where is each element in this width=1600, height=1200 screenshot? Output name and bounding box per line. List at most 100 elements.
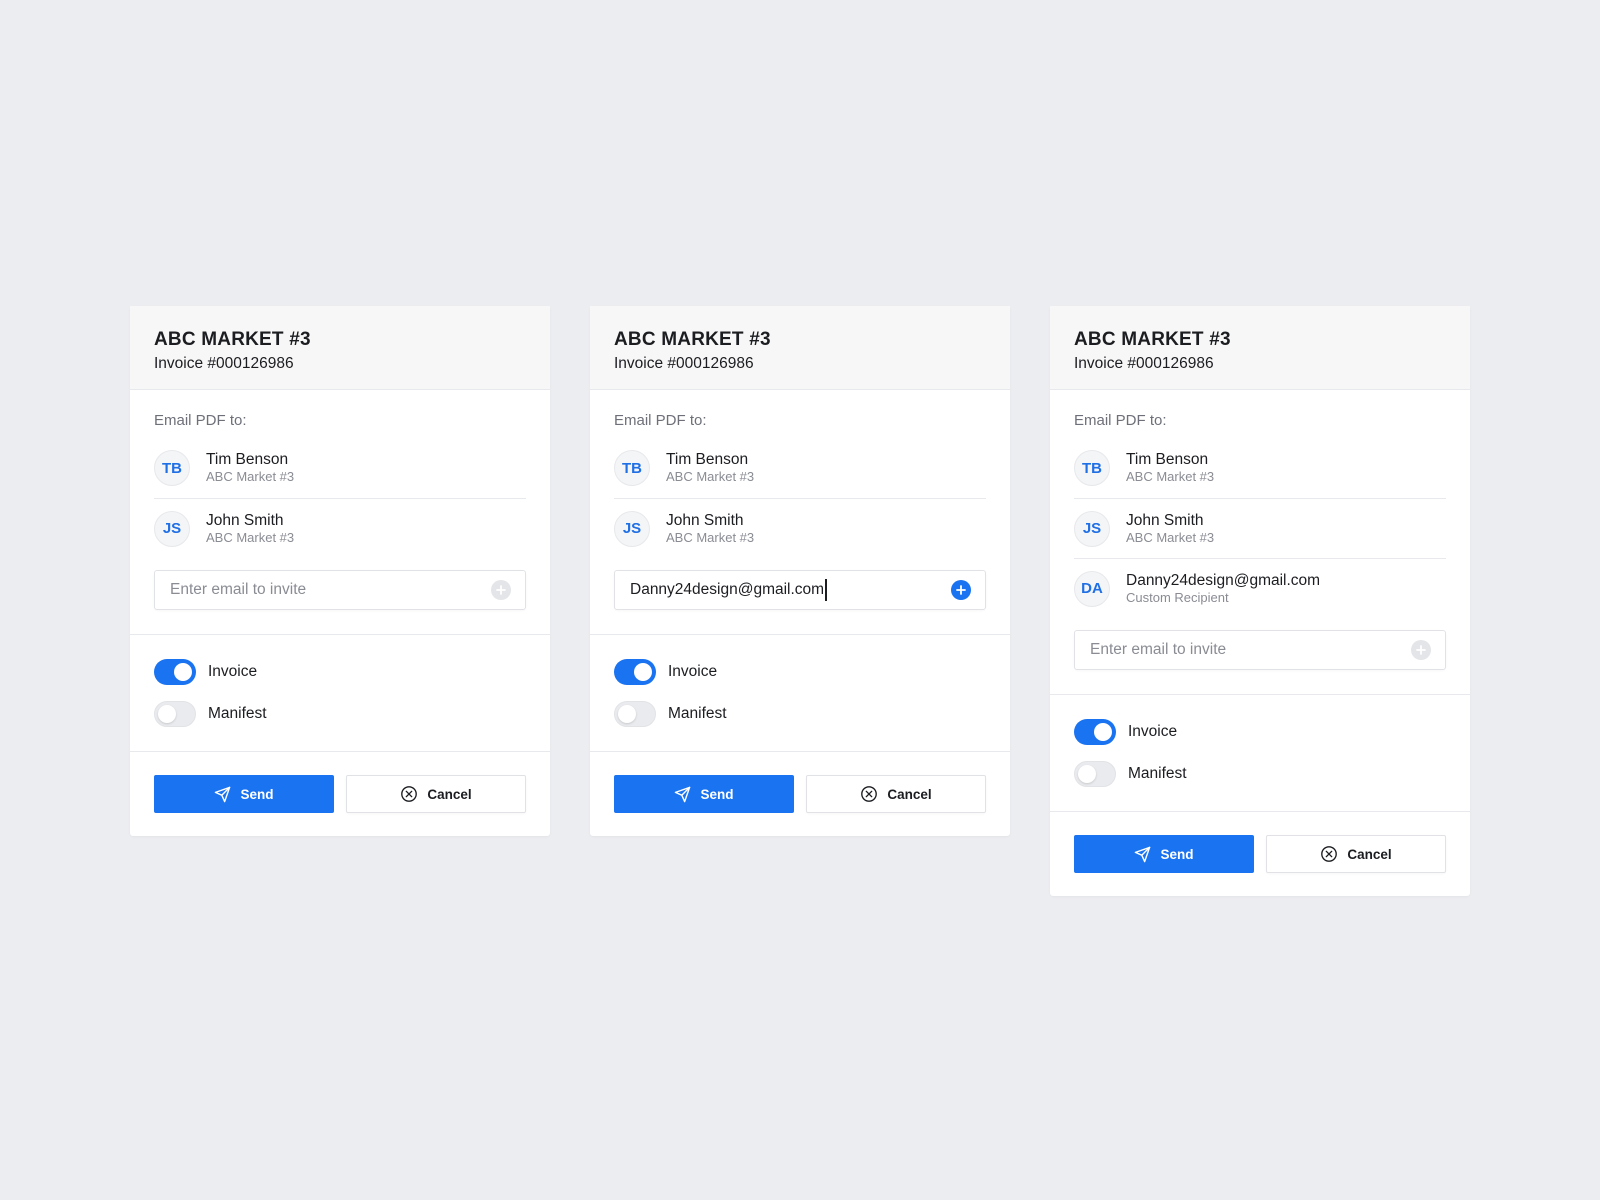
invoice-toggle[interactable] <box>614 659 656 685</box>
cancel-label: Cancel <box>1347 846 1392 862</box>
recipient-item[interactable]: DA Danny24design@gmail.com Custom Recipi… <box>1074 558 1446 618</box>
recipient-text: John Smith ABC Market #3 <box>666 512 754 546</box>
recipient-item[interactable]: TB Tim Benson ABC Market #3 <box>614 438 986 498</box>
cancel-label: Cancel <box>427 786 472 802</box>
manifest-toggle[interactable] <box>614 701 656 727</box>
manifest-toggle[interactable] <box>1074 761 1116 787</box>
toggle-row-manifest: Manifest <box>1074 760 1446 788</box>
recipient-item[interactable]: JS John Smith ABC Market #3 <box>614 498 986 558</box>
send-button[interactable]: Send <box>154 775 334 813</box>
plus-circle-icon[interactable] <box>491 580 511 600</box>
email-pdf-label: Email PDF to: <box>614 412 707 429</box>
send-label: Send <box>700 786 734 802</box>
recipient-item[interactable]: TB Tim Benson ABC Market #3 <box>154 438 526 498</box>
recipient-item[interactable]: TB Tim Benson ABC Market #3 <box>1074 438 1446 498</box>
recipient-name: John Smith <box>1126 511 1204 529</box>
avatar: TB <box>154 450 190 486</box>
invite-email-input[interactable] <box>170 581 490 599</box>
toggle-row-manifest: Manifest <box>154 700 526 728</box>
recipient-company: ABC Market #3 <box>1126 529 1215 545</box>
recipient-text: John Smith ABC Market #3 <box>206 512 294 546</box>
send-icon <box>1134 846 1151 863</box>
recipient-name: Tim Benson <box>1126 451 1209 468</box>
close-circle-icon <box>400 785 418 803</box>
card-header: ABC MARKET #3 Invoice #000126986 <box>130 306 550 390</box>
toggle-row-manifest: Manifest <box>614 700 986 728</box>
invoice-number: Invoice #000126986 <box>614 355 754 372</box>
invite-email-input[interactable]: Danny24design@gmail.com <box>630 579 827 601</box>
toggle-knob <box>158 705 176 723</box>
avatar: DA <box>1074 570 1110 607</box>
invite-email-field[interactable]: Danny24design@gmail.com <box>614 570 986 610</box>
toggle-knob <box>174 663 192 681</box>
close-circle-icon <box>860 785 878 803</box>
recipients-section: Email PDF to: TB Tim Benson ABC Market #… <box>1050 390 1470 695</box>
recipient-item[interactable]: JS John Smith ABC Market #3 <box>1074 498 1446 558</box>
recipient-company: ABC Market #3 <box>206 469 295 484</box>
toggle-row-invoice: Invoice <box>614 658 986 686</box>
recipient-text: Danny24design@gmail.com Custom Recipient <box>1126 572 1320 606</box>
avatar: TB <box>614 450 650 486</box>
toggle-knob <box>1094 723 1112 741</box>
cancel-button[interactable]: Cancel <box>1266 835 1446 873</box>
email-pdf-label: Email PDF to: <box>1074 412 1167 429</box>
recipient-company: ABC Market #3 <box>666 469 755 484</box>
invite-email-field[interactable] <box>1074 630 1446 670</box>
plus-circle-icon[interactable] <box>1411 640 1431 660</box>
recipient-name: Danny24design@gmail.com <box>1126 571 1321 589</box>
invoice-toggle[interactable] <box>1074 719 1116 745</box>
recipient-company: ABC Market #3 <box>666 529 755 545</box>
invite-email-input[interactable] <box>1090 641 1410 659</box>
toggle-label: Invoice <box>1128 723 1178 740</box>
email-invoice-card: ABC MARKET #3 Invoice #000126986 Email P… <box>1050 306 1470 896</box>
cancel-button[interactable]: Cancel <box>806 775 986 813</box>
toggle-label: Invoice <box>668 663 718 680</box>
send-icon <box>674 786 691 803</box>
email-invoice-card: ABC MARKET #3 Invoice #000126986 Email P… <box>130 306 550 836</box>
recipient-name: Tim Benson <box>666 451 749 468</box>
manifest-toggle[interactable] <box>154 701 196 727</box>
email-invoice-card: ABC MARKET #3 Invoice #000126986 Email P… <box>590 306 1010 836</box>
toggle-label: Manifest <box>208 705 267 722</box>
actions-section: Send Cancel <box>1050 812 1470 896</box>
recipient-item[interactable]: JS John Smith ABC Market #3 <box>154 498 526 558</box>
toggle-knob <box>618 705 636 723</box>
send-button[interactable]: Send <box>1074 835 1254 873</box>
recipient-text: Tim Benson ABC Market #3 <box>206 451 294 485</box>
cancel-label: Cancel <box>887 786 932 802</box>
text-caret <box>825 579 827 601</box>
email-pdf-label: Email PDF to: <box>154 412 247 429</box>
card-title: ABC MARKET #3 <box>154 329 311 350</box>
avatar: JS <box>614 510 650 547</box>
send-button[interactable]: Send <box>614 775 794 813</box>
avatar: JS <box>154 510 190 547</box>
toggle-row-invoice: Invoice <box>1074 718 1446 746</box>
invoice-number: Invoice #000126986 <box>1074 355 1214 372</box>
toggle-label: Manifest <box>668 705 727 722</box>
attachments-section: Invoice Manifest <box>1050 695 1470 812</box>
recipient-list: TB Tim Benson ABC Market #3 JS John Smit… <box>154 438 526 558</box>
invite-email-field[interactable] <box>154 570 526 610</box>
cancel-button[interactable]: Cancel <box>346 775 526 813</box>
recipient-text: John Smith ABC Market #3 <box>1126 512 1214 546</box>
invoice-toggle[interactable] <box>154 659 196 685</box>
canvas: ABC MARKET #3 Invoice #000126986 Email P… <box>0 0 1600 1200</box>
recipient-name: John Smith <box>666 511 744 529</box>
actions-section: Send Cancel <box>130 752 550 836</box>
invoice-number: Invoice #000126986 <box>154 355 294 372</box>
recipient-list: TB Tim Benson ABC Market #3 JS John Smit… <box>1074 438 1446 618</box>
send-label: Send <box>240 786 274 802</box>
recipient-type: Custom Recipient <box>1126 589 1229 605</box>
recipient-name: John Smith <box>206 511 284 529</box>
plus-circle-icon[interactable] <box>951 580 971 600</box>
recipient-text: Tim Benson ABC Market #3 <box>666 451 754 485</box>
recipient-company: ABC Market #3 <box>1126 469 1215 484</box>
card-header: ABC MARKET #3 Invoice #000126986 <box>1050 306 1470 390</box>
recipient-text: Tim Benson ABC Market #3 <box>1126 451 1214 485</box>
attachments-section: Invoice Manifest <box>130 635 550 752</box>
card-title: ABC MARKET #3 <box>614 329 771 350</box>
recipients-section: Email PDF to: TB Tim Benson ABC Market #… <box>590 390 1010 635</box>
recipient-list: TB Tim Benson ABC Market #3 JS John Smit… <box>614 438 986 558</box>
card-header: ABC MARKET #3 Invoice #000126986 <box>590 306 1010 390</box>
actions-section: Send Cancel <box>590 752 1010 836</box>
